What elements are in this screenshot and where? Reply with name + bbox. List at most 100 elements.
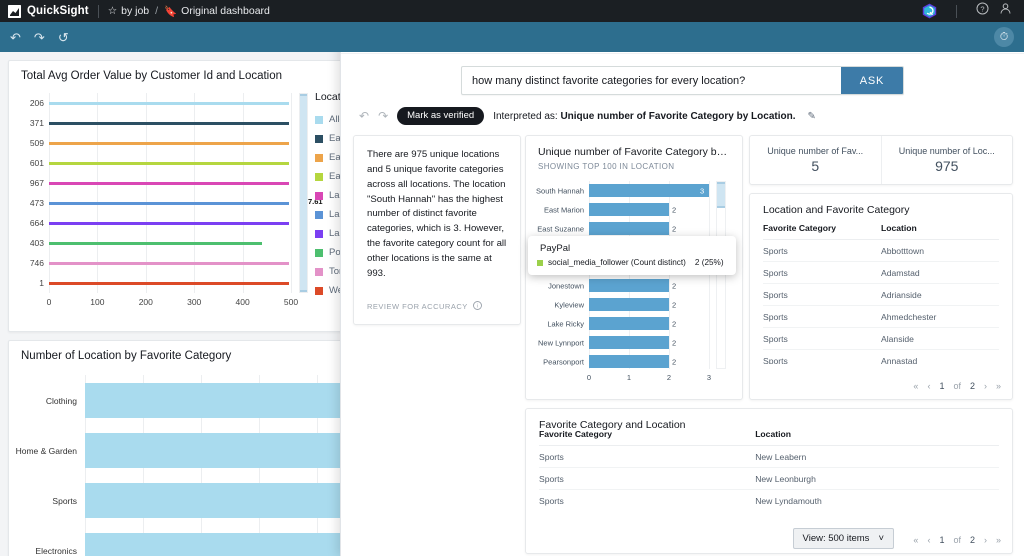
kpi-label: Unique number of Fav... [767, 146, 864, 156]
pager-last[interactable]: » [996, 381, 1001, 391]
bar-chart-bar[interactable] [589, 203, 669, 216]
chart1-scrollbar[interactable] [299, 93, 308, 293]
pager-first[interactable]: « [913, 535, 918, 545]
pager-first[interactable]: « [913, 381, 918, 391]
legend-swatch-icon [315, 172, 323, 181]
bar-chart-bar[interactable] [589, 279, 669, 292]
table-row[interactable]: Sports Abbotttown [763, 239, 999, 262]
chart1-scroll-thumb[interactable] [300, 94, 307, 292]
chart1-bar[interactable] [49, 241, 262, 245]
legend-swatch-icon [315, 229, 323, 238]
table-row[interactable]: Sports Adamstad [763, 261, 999, 284]
info-circle-icon[interactable]: i [472, 301, 482, 312]
pager-prev[interactable]: ‹ [927, 381, 930, 391]
mark-as-verified-button[interactable]: Mark as verified [397, 107, 485, 125]
pager-next[interactable]: › [984, 381, 987, 391]
chart1-bar[interactable] [49, 261, 289, 265]
chart1-y-tick: 1 [39, 278, 44, 288]
table-row[interactable]: Sports New Leabern [539, 445, 999, 468]
chart2-bar[interactable] [85, 433, 352, 468]
column-header-location[interactable]: Location [755, 431, 999, 446]
bar-chart-row: East Marion 2 [544, 200, 709, 219]
chart2-bar[interactable] [85, 483, 344, 518]
table-row[interactable]: Sports Annastad [763, 349, 999, 364]
chart1-y-tick: 746 [29, 258, 44, 268]
breadcrumb-separator: / [155, 5, 159, 17]
q-assistant-icon[interactable] [922, 3, 937, 19]
undo-icon[interactable]: ↶ [10, 31, 21, 44]
column-header-favorite-category[interactable]: Favorite Category [763, 216, 881, 240]
bar-chart-row: Kyleview 2 [554, 295, 709, 314]
view-items-select[interactable]: View: 500 items ˅ [792, 528, 894, 549]
star-icon[interactable]: ☆ [108, 5, 117, 17]
table-cell: Adamstad [881, 261, 999, 284]
table-cell: Sports [539, 445, 756, 468]
bar-chart-bar[interactable] [589, 222, 669, 235]
chart1-bar[interactable] [49, 281, 289, 285]
table-row[interactable]: Sports Alanside [763, 327, 999, 350]
table-cell: New Lyndamouth [755, 489, 999, 507]
visual-favorite-category-and-location-table: Favorite Category and Location Favorite … [525, 408, 1013, 554]
pager-next[interactable]: › [984, 535, 987, 545]
chart1-y-tick: 403 [29, 238, 44, 248]
chart1-bar[interactable]: 497.61 [49, 197, 323, 206]
legend-swatch-icon [315, 115, 323, 124]
help-circle-icon[interactable]: ? [976, 2, 989, 20]
legend-swatch-icon [315, 267, 323, 276]
table-cell: New Leonburgh [755, 467, 999, 490]
bar-chart-scroll-thumb[interactable] [717, 182, 725, 208]
column-header-favorite-category[interactable]: Favorite Category [539, 431, 756, 446]
chart1-y-tick: 206 [29, 98, 44, 108]
svg-text:i: i [476, 304, 478, 310]
bar-chart-bar[interactable] [589, 298, 669, 311]
ask-button[interactable]: ASK [841, 67, 903, 94]
chart1-bar[interactable] [49, 181, 289, 185]
chart2-plot: Clothing2 Home & Garden204 Sports197 Electr… [16, 375, 386, 556]
clock-icon[interactable]: ⏱ [994, 27, 1014, 47]
breadcrumb-folder[interactable]: by job [121, 5, 149, 17]
chart1-y-tick: 967 [29, 178, 44, 188]
redo-icon[interactable]: ↷ [34, 31, 45, 44]
bar-chart-bar[interactable] [589, 184, 709, 197]
chart-tooltip: PayPal social_media_follower (Count dist… [528, 236, 736, 275]
bar-chart-bar[interactable] [589, 317, 669, 330]
bar-chart-value-label: 2 [672, 319, 677, 328]
bar-chart-x-tick: 2 [666, 373, 672, 382]
chart2-bar[interactable] [85, 533, 341, 556]
bar-chart-bar[interactable] [589, 336, 669, 349]
pager-prev[interactable]: ‹ [927, 535, 930, 545]
table1-scroll-area[interactable]: Favorite Category Location Sports Abbottt… [750, 216, 1012, 364]
chart1-bar[interactable] [49, 221, 289, 225]
table-row[interactable]: Sports Ahmedchester [763, 305, 999, 328]
bar-chart-category-label: Lake Ricky [547, 319, 584, 328]
chart2-bar[interactable] [85, 383, 375, 418]
search-input[interactable] [462, 74, 841, 87]
table-row[interactable]: Sports New Lyndamouth [539, 489, 999, 507]
redo-icon[interactable]: ↷ [378, 109, 388, 123]
table2-scroll-area[interactable]: Favorite Category Location Sports New Lea… [526, 431, 1012, 507]
dashboard-toolbar: ↶ ↷ ↺ ⏱ [0, 22, 1024, 52]
chart1-bar[interactable] [49, 121, 289, 125]
q-search-box[interactable]: ASK [461, 66, 904, 95]
breadcrumb-dashboard[interactable]: Original dashboard [181, 5, 270, 17]
bar-chart-scrollbar[interactable] [716, 181, 726, 369]
bar-chart-category-label: South Hannah [536, 186, 584, 195]
reset-icon[interactable]: ↺ [58, 31, 69, 44]
pencil-icon[interactable]: ✎ [807, 111, 815, 122]
column-header-location[interactable]: Location [881, 216, 999, 240]
table-row[interactable]: Sports New Leonburgh [539, 467, 999, 490]
chart1-bar[interactable] [49, 141, 289, 145]
pager-current: 1 [939, 535, 945, 545]
chart1-bar[interactable] [49, 161, 289, 165]
bar-chart-bar[interactable] [589, 355, 669, 368]
q-search-row: ASK [341, 54, 1024, 95]
narrative-footer: REVIEW FOR ACCURACY i [367, 301, 482, 312]
chart1-bar[interactable] [49, 101, 289, 105]
user-icon[interactable] [999, 2, 1012, 20]
table-cell: Sports [763, 239, 881, 262]
table-row[interactable]: Sports Adrianside [763, 283, 999, 306]
legend-swatch-icon [315, 191, 323, 200]
chart1-y-tick: 664 [29, 218, 44, 228]
pager-last[interactable]: » [996, 535, 1001, 545]
undo-icon[interactable]: ↶ [359, 109, 369, 123]
